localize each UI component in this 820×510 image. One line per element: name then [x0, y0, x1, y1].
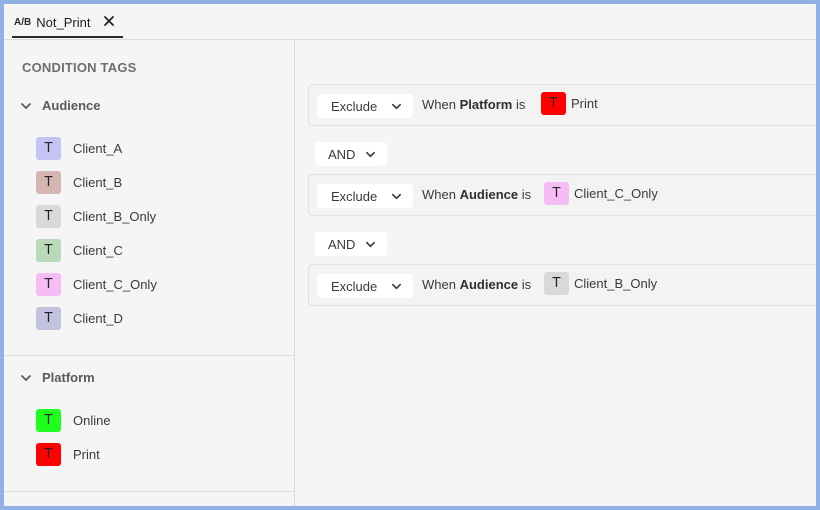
tag-swatch: T: [36, 171, 61, 194]
tag-label: Client_B_Only: [73, 209, 157, 224]
field-name: Audience: [459, 187, 519, 202]
tag-item-client-a[interactable]: T Client_A: [36, 137, 122, 160]
tag-swatch: T: [36, 409, 61, 432]
tag-item-client-b[interactable]: T Client_B: [36, 171, 122, 194]
dropdown-value: Exclude: [331, 98, 378, 114]
is-word: is: [521, 187, 532, 202]
tag-item-client-d[interactable]: T Client_D: [36, 307, 123, 330]
tag-label: Client_B: [73, 175, 123, 190]
panel-title: CONDITION TAGS: [22, 60, 137, 75]
field-name: Platform: [459, 97, 513, 112]
app-window: A/B Not_Print CONDITION TAGS Audience T …: [4, 4, 816, 506]
chevron-down-icon: [392, 103, 401, 110]
dropdown-value: Exclude: [331, 278, 378, 294]
tag-swatch: T: [36, 137, 61, 160]
tag-swatch: T: [36, 273, 61, 296]
is-word: is: [515, 97, 526, 112]
condition-builder: Exclude When Platform is T Print AND Exc…: [295, 40, 816, 506]
dropdown-value: Exclude: [331, 188, 378, 204]
tag-label: Online: [73, 413, 111, 428]
tag-swatch: T: [544, 272, 569, 295]
tag-item-online[interactable]: T Online: [36, 409, 111, 432]
condition-tag[interactable]: T Client_B_Only: [544, 272, 657, 295]
tag-label: Client_A: [73, 141, 123, 156]
chevron-down-icon: [392, 283, 401, 290]
tag-swatch: T: [36, 239, 61, 262]
group-divider: [4, 355, 294, 356]
tag-label: Client_B_Only: [574, 276, 658, 291]
close-icon[interactable]: [103, 15, 115, 27]
operator-dropdown[interactable]: AND: [315, 232, 387, 256]
condition-text: When Audience is: [422, 187, 531, 202]
tab-title: Not_Print: [36, 14, 91, 30]
tag-item-client-c-only[interactable]: T Client_C_Only: [36, 273, 157, 296]
when-word: When: [422, 187, 456, 202]
dropdown-value: AND: [328, 236, 356, 252]
chevron-down-icon: [392, 193, 401, 200]
tag-label: Client_C_Only: [574, 186, 658, 201]
action-dropdown[interactable]: Exclude: [317, 94, 413, 118]
when-word: When: [422, 97, 456, 112]
tag-item-client-c[interactable]: T Client_C: [36, 239, 123, 262]
condition-row: Exclude When Audience is T Client_B_Only: [308, 264, 816, 306]
condition-tag[interactable]: T Client_C_Only: [544, 182, 658, 205]
tag-item-print[interactable]: T Print: [36, 443, 100, 466]
condition-tags-panel: CONDITION TAGS Audience T Client_A T Cli…: [4, 40, 295, 506]
tag-swatch: T: [36, 307, 61, 330]
group-divider: [4, 491, 294, 492]
chevron-down-icon: [21, 374, 31, 381]
tab-bar: A/B Not_Print: [4, 4, 816, 40]
ab-test-icon: A/B: [14, 16, 32, 28]
chevron-down-icon: [366, 151, 375, 158]
tag-label: Client_C: [73, 243, 123, 258]
tab-not-print[interactable]: A/B Not_Print: [12, 8, 123, 38]
group-label: Audience: [42, 98, 101, 113]
condition-tag[interactable]: T Print: [541, 92, 598, 115]
when-word: When: [422, 277, 456, 292]
tag-swatch: T: [544, 182, 569, 205]
action-dropdown[interactable]: Exclude: [317, 274, 413, 298]
dropdown-value: AND: [328, 146, 356, 162]
condition-text: When Audience is: [422, 277, 531, 292]
tag-label: Print: [571, 96, 598, 111]
tag-item-client-b-only[interactable]: T Client_B_Only: [36, 205, 156, 228]
operator-dropdown[interactable]: AND: [315, 142, 387, 166]
condition-text: When Platform is: [422, 97, 525, 112]
chevron-down-icon: [366, 241, 375, 248]
group-label: Platform: [42, 370, 95, 385]
tag-swatch: T: [541, 92, 566, 115]
tag-swatch: T: [36, 443, 61, 466]
condition-row: Exclude When Audience is T Client_C_Only: [308, 174, 816, 216]
tag-label: Print: [73, 447, 100, 462]
chevron-down-icon: [21, 102, 31, 109]
is-word: is: [521, 277, 532, 292]
field-name: Audience: [459, 277, 519, 292]
group-audience-header[interactable]: Audience: [20, 98, 101, 113]
tag-swatch: T: [36, 205, 61, 228]
group-platform-header[interactable]: Platform: [20, 370, 95, 385]
action-dropdown[interactable]: Exclude: [317, 184, 413, 208]
tag-label: Client_D: [73, 311, 123, 326]
tag-label: Client_C_Only: [73, 277, 157, 292]
condition-row: Exclude When Platform is T Print: [308, 84, 816, 126]
